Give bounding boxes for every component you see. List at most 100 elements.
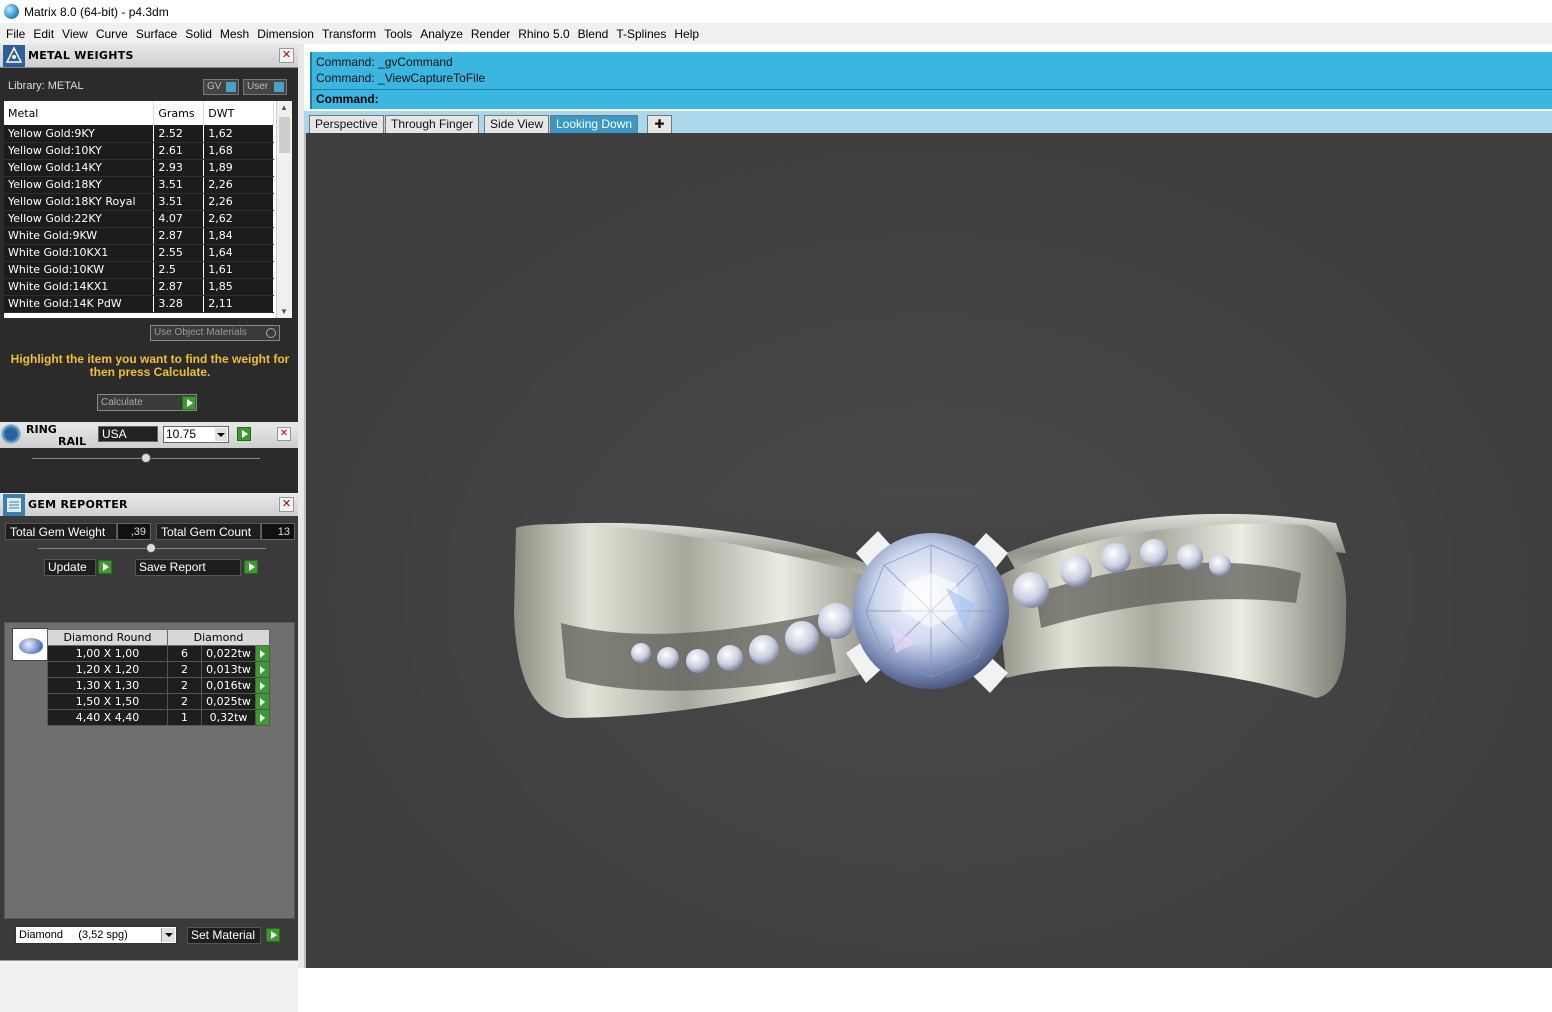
use-object-materials-radio[interactable] <box>266 328 276 338</box>
table-row[interactable]: White Gold:10KX1 2.55 1,64 <box>4 244 274 262</box>
material-select[interactable]: Diamond (3,52 spg) <box>15 926 177 944</box>
command-prompt[interactable]: Command: <box>312 89 1552 109</box>
gem-thumbnail[interactable] <box>12 628 48 661</box>
tab-looking-down[interactable]: Looking Down <box>550 115 639 133</box>
grams-cell: 3.51 <box>153 193 205 211</box>
table-row[interactable]: Yellow Gold:14KY 2.93 1,89 <box>4 159 274 177</box>
viewport-looking-down[interactable] <box>304 133 1552 968</box>
table-row[interactable]: White Gold:14K PdW 3.28 2,11 <box>4 295 274 313</box>
save-report-button[interactable]: Save Report <box>135 559 241 576</box>
metal-weights-close-icon[interactable]: ✕ <box>279 48 294 63</box>
tab-side-view[interactable]: Side View <box>484 115 550 133</box>
tab-perspective[interactable]: Perspective <box>309 115 384 133</box>
dwt-cell: 2,26 <box>203 193 274 211</box>
add-tab-icon[interactable]: ✚ <box>647 115 672 133</box>
ring-render <box>456 493 1396 718</box>
metal-cell: Yellow Gold:10KY <box>4 142 155 160</box>
gem-row[interactable]: 1,50 X 1,50 2 0,025tw <box>47 693 270 710</box>
ring-rail-bar: RING RAIL USA 10.75 ✕ <box>0 422 298 448</box>
menu-rhino5[interactable]: Rhino 5.0 <box>514 27 573 41</box>
scroll-down-icon[interactable]: ▼ <box>280 307 288 316</box>
menu-transform[interactable]: Transform <box>318 27 380 41</box>
center-diamond <box>853 533 1009 689</box>
menu-edit[interactable]: Edit <box>29 27 58 41</box>
table-row[interactable]: Yellow Gold:22KY 4.07 2,62 <box>4 210 274 228</box>
dwt-cell: 2,26 <box>203 176 274 194</box>
report-icon <box>3 493 25 516</box>
menu-blend[interactable]: Blend <box>574 27 613 41</box>
gem-row[interactable]: 1,20 X 1,20 2 0,013tw <box>47 661 270 678</box>
metal-cell: Yellow Gold:14KY <box>4 159 155 177</box>
dwt-cell: 1,89 <box>203 159 274 177</box>
col-grams[interactable]: Grams <box>153 101 205 125</box>
menu-solid[interactable]: Solid <box>181 27 216 41</box>
table-row[interactable]: White Gold:10KW 2.5 1,61 <box>4 261 274 279</box>
gem-row-go-icon[interactable] <box>255 645 270 662</box>
scroll-up-icon[interactable]: ▲ <box>280 103 288 112</box>
viewport-tab-strip: Perspective Through Finger Side View Loo… <box>304 111 1552 133</box>
calculate-go-icon[interactable] <box>182 396 196 410</box>
gem-count-cell: 1 <box>167 709 202 726</box>
gem-row-go-icon[interactable] <box>255 709 270 726</box>
table-row[interactable]: Yellow Gold:18KY Royal 3.51 2,26 <box>4 193 274 211</box>
dwt-cell: 1,84 <box>203 227 274 245</box>
gem-row[interactable]: 4,40 X 4,40 1 0,32tw <box>47 709 270 726</box>
chevron-down-icon[interactable] <box>215 428 227 441</box>
gem-row[interactable]: 1,00 X 1,00 6 0,022tw <box>47 645 270 662</box>
user-toggle[interactable]: User <box>243 79 287 95</box>
menu-help[interactable]: Help <box>670 27 703 41</box>
set-material-button[interactable]: Set Material <box>187 927 261 944</box>
update-go-icon[interactable] <box>98 560 112 574</box>
library-label: Library: METAL <box>8 80 84 92</box>
menu-tools[interactable]: Tools <box>380 27 416 41</box>
update-button[interactable]: Update <box>44 559 96 576</box>
save-report-go-icon[interactable] <box>244 560 258 574</box>
gem-row-go-icon[interactable] <box>255 693 270 710</box>
table-row[interactable]: White Gold:14KX1 2.87 1,85 <box>4 278 274 296</box>
table-row[interactable]: White Gold:9KW 2.87 1,84 <box>4 227 274 245</box>
col-metal[interactable]: Metal <box>4 101 155 125</box>
menu-render[interactable]: Render <box>467 27 514 41</box>
col-diamond: Diamond <box>167 629 270 646</box>
chevron-down-icon[interactable] <box>161 928 175 942</box>
command-prompt-label: Command: <box>316 92 379 106</box>
gem-size-cell: 1,30 X 1,30 <box>47 677 168 694</box>
metal-weights-header: METAL WEIGHTS ✕ <box>0 44 298 68</box>
menu-analyze[interactable]: Analyze <box>416 27 467 41</box>
scroll-thumb[interactable] <box>279 117 290 153</box>
dwt-cell: 1,64 <box>203 244 274 262</box>
menu-dimension[interactable]: Dimension <box>253 27 318 41</box>
ring-rail-go-icon[interactable] <box>237 427 251 441</box>
ring-size-standard-field[interactable]: USA <box>98 426 158 442</box>
ring-rail-close-icon[interactable]: ✕ <box>277 427 291 441</box>
ring-size-select[interactable]: 10.75 <box>163 426 229 443</box>
use-object-materials-option[interactable]: Use Object Materials <box>150 325 280 341</box>
menu-file[interactable]: File <box>2 27 29 41</box>
metal-table-scrollbar[interactable]: ▲ ▼ <box>276 101 292 318</box>
gem-row-go-icon[interactable] <box>255 677 270 694</box>
gem-slider-handle[interactable] <box>146 543 156 553</box>
menu-mesh[interactable]: Mesh <box>216 27 253 41</box>
gem-reporter-close-icon[interactable]: ✕ <box>279 497 294 512</box>
gem-row-go-icon[interactable] <box>255 661 270 678</box>
gv-toggle[interactable]: GV <box>203 79 239 95</box>
table-row[interactable]: Yellow Gold:9KY 2.52 1,62 <box>4 125 274 143</box>
col-dwt[interactable]: DWT <box>203 101 274 125</box>
metal-cell: White Gold:10KX1 <box>4 244 155 262</box>
gem-weight-cell: 0,025tw <box>201 693 256 710</box>
metal-cell: White Gold:14K PdW <box>4 295 155 313</box>
menu-tsplines[interactable]: T-Splines <box>612 27 670 41</box>
table-row[interactable]: Yellow Gold:18KY 3.51 2,26 <box>4 176 274 194</box>
gem-row[interactable]: 1,30 X 1,30 2 0,016tw <box>47 677 270 694</box>
gem-size-cell: 4,40 X 4,40 <box>47 709 168 726</box>
menu-view[interactable]: View <box>58 27 92 41</box>
tab-through-finger[interactable]: Through Finger <box>385 115 480 133</box>
gem-list-area: Diamond Round Diamond 1,00 X 1,00 6 0,022t… <box>4 622 295 919</box>
gv-toggle-indicator <box>226 82 236 92</box>
menu-surface[interactable]: Surface <box>132 27 181 41</box>
ring-rail-slider-handle[interactable] <box>141 453 151 463</box>
gem-reporter-title: GEM REPORTER <box>28 498 128 511</box>
table-row[interactable]: Yellow Gold:10KY 2.61 1,68 <box>4 142 274 160</box>
menu-curve[interactable]: Curve <box>92 27 132 41</box>
set-material-go-icon[interactable] <box>266 928 280 942</box>
